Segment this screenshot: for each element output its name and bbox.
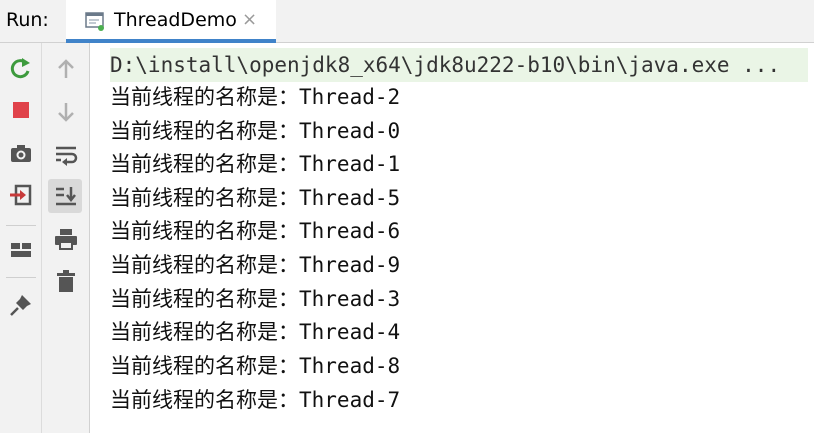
trash-icon[interactable] xyxy=(52,267,80,295)
camera-icon[interactable] xyxy=(7,139,35,167)
run-toolbar-secondary xyxy=(42,43,90,433)
close-icon[interactable]: × xyxy=(242,9,257,30)
console-line: 当前线程的名称是：Thread-7 xyxy=(110,388,401,412)
run-label: Run: xyxy=(6,9,49,31)
console-app-icon xyxy=(84,10,106,32)
tab-threaddemo[interactable]: ThreadDemo × xyxy=(66,0,276,43)
console-line: 当前线程的名称是：Thread-6 xyxy=(110,219,401,243)
console-line: 当前线程的名称是：Thread-4 xyxy=(110,320,401,344)
console-line: 当前线程的名称是：Thread-5 xyxy=(110,186,401,210)
rerun-icon[interactable] xyxy=(7,55,35,83)
layout-icon[interactable] xyxy=(7,236,35,264)
print-icon[interactable] xyxy=(52,225,80,253)
console-line: 当前线程的名称是：Thread-0 xyxy=(110,119,401,143)
command-line: D:\install\openjdk8_x64\jdk8u222-b10\bin… xyxy=(110,48,808,82)
run-toolbar-primary xyxy=(0,43,42,433)
console-line: 当前线程的名称是：Thread-1 xyxy=(110,152,401,176)
arrow-down-icon[interactable] xyxy=(52,98,80,126)
tab-title: ThreadDemo xyxy=(114,9,237,31)
soft-wrap-icon[interactable] xyxy=(52,140,80,168)
console-line: 当前线程的名称是：Thread-2 xyxy=(110,85,401,109)
console-line: 当前线程的名称是：Thread-8 xyxy=(110,354,401,378)
console-output[interactable]: D:\install\openjdk8_x64\jdk8u222-b10\bin… xyxy=(90,43,814,433)
stop-icon[interactable] xyxy=(7,96,35,124)
arrow-up-icon[interactable] xyxy=(52,55,80,83)
pin-icon[interactable] xyxy=(7,291,35,319)
exit-icon[interactable] xyxy=(7,181,35,209)
console-line: 当前线程的名称是：Thread-3 xyxy=(110,287,401,311)
console-line: 当前线程的名称是：Thread-9 xyxy=(110,253,401,277)
run-tool-window-header: Run: ThreadDemo × xyxy=(0,0,814,43)
scroll-to-end-icon[interactable] xyxy=(52,182,80,210)
